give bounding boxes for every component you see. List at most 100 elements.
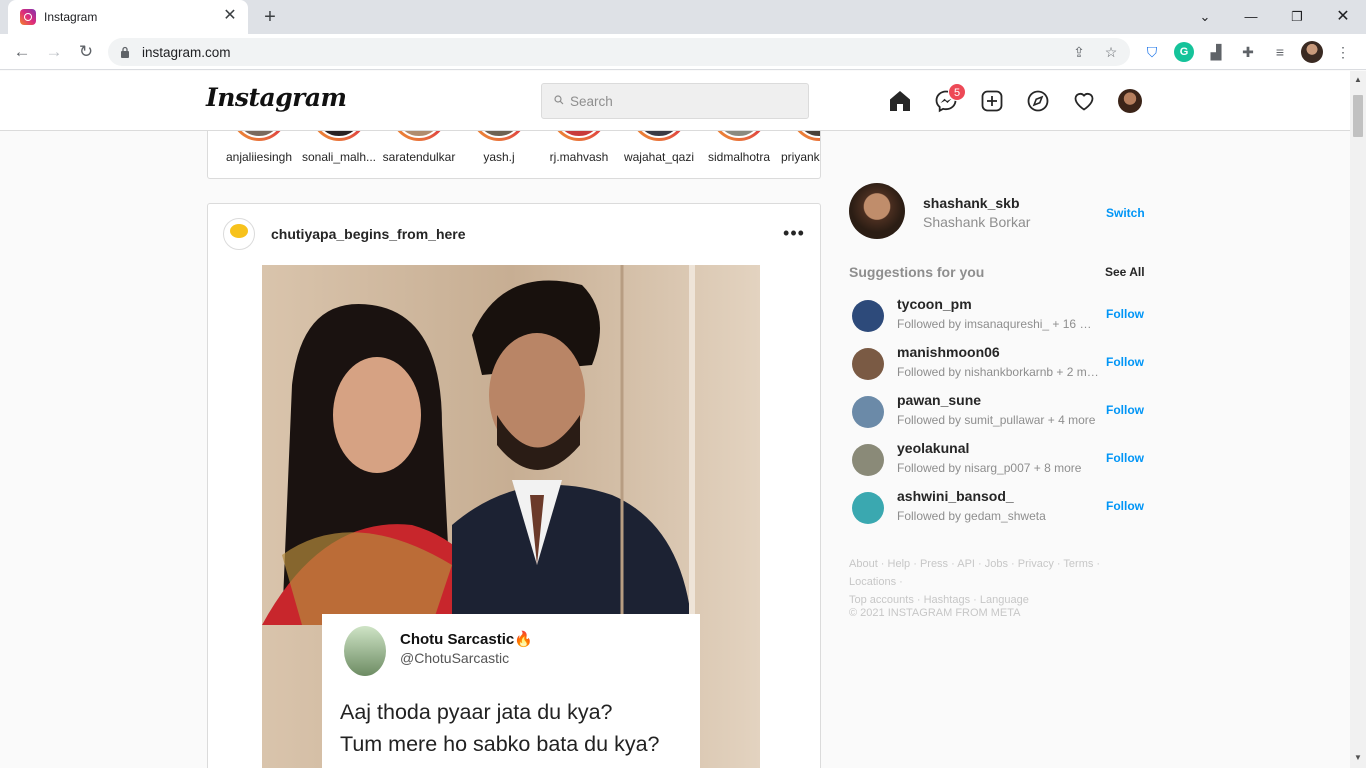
home-icon[interactable]	[888, 89, 912, 113]
follow-button[interactable]: Follow	[1106, 451, 1144, 465]
suggestion-username[interactable]: tycoon_pm	[897, 296, 972, 312]
explore-compass-icon[interactable]	[1026, 89, 1050, 113]
scroll-down-arrow-icon[interactable]: ▼	[1353, 753, 1363, 763]
footer-link-terms[interactable]: Terms	[1063, 558, 1093, 570]
close-tab-icon[interactable]: ✕	[220, 6, 240, 26]
footer-link-help[interactable]: Help	[888, 558, 911, 570]
extensions-puzzle-icon[interactable]: ✚	[1238, 42, 1258, 62]
url-text: instagram.com	[142, 45, 231, 60]
feed-post: chutiyapa_begins_from_here ••• Chotu Sar…	[207, 203, 821, 768]
story-item[interactable]: sonali_malh...	[293, 131, 376, 178]
tab-title: Instagram	[44, 10, 98, 24]
suggestion-avatar[interactable]	[852, 444, 884, 476]
grammarly-extension-icon[interactable]: G	[1174, 42, 1194, 62]
shield-extension-icon[interactable]: ⛉	[1142, 42, 1162, 62]
footer-link-hashtags[interactable]: Hashtags	[924, 594, 970, 606]
new-tab-button[interactable]: +	[258, 5, 282, 29]
suggestion-avatar[interactable]	[852, 396, 884, 428]
story-username: priyank...	[781, 150, 820, 164]
story-avatar	[314, 131, 364, 138]
suggestions-title: Suggestions for you	[849, 264, 985, 280]
reload-button[interactable]: ↻	[74, 40, 98, 64]
story-item[interactable]: yash.j	[453, 131, 533, 178]
scroll-up-arrow-icon[interactable]: ▲	[1353, 75, 1363, 85]
scroll-thumb[interactable]	[1353, 95, 1363, 137]
see-all-button[interactable]: See All	[1105, 265, 1145, 279]
suggestion-username[interactable]: ashwini_bansod_	[897, 488, 1014, 504]
chart-extension-icon[interactable]: ▟	[1206, 42, 1226, 62]
story-avatar	[554, 131, 604, 138]
story-avatar	[474, 131, 524, 138]
story-item[interactable]: wajahat_qazi	[613, 131, 694, 178]
stories-tray: anjaliiesingh sonali_malh... saratendulk…	[207, 131, 821, 179]
footer-link-privacy[interactable]: Privacy	[1018, 558, 1054, 570]
story-item[interactable]: priyank...	[773, 131, 820, 178]
browser-menu-icon[interactable]: ⋮	[1333, 42, 1353, 62]
footer-link-locations[interactable]: Locations	[849, 576, 896, 588]
footer-link-top-accounts[interactable]: Top accounts	[849, 594, 914, 606]
bookmark-star-icon[interactable]: ☆	[1102, 43, 1120, 61]
instagram-favicon-icon	[20, 9, 36, 25]
follow-button[interactable]: Follow	[1106, 403, 1144, 417]
tweet-text-line-1: Aaj thoda pyaar jata du kya?	[340, 700, 613, 724]
story-item[interactable]: anjaliiesingh	[213, 131, 293, 178]
story-username: anjaliiesingh	[225, 150, 293, 164]
suggestion-followed-by: Followed by sumit_pullawar + 4 more	[897, 413, 1096, 427]
suggestion-avatar[interactable]	[852, 300, 884, 332]
footer-link-press[interactable]: Press	[920, 558, 948, 570]
restore-button[interactable]: ❐	[1285, 5, 1309, 29]
tweet-author-handle: @ChotuSarcastic	[400, 650, 510, 666]
current-user-full-name: Shashank Borkar	[923, 214, 1031, 230]
tweet-author-avatar	[344, 626, 386, 676]
follow-button[interactable]: Follow	[1106, 307, 1144, 321]
suggestion-username[interactable]: yeolakunal	[897, 440, 969, 456]
story-item[interactable]: rj.mahvash	[533, 131, 613, 178]
current-user-avatar[interactable]	[849, 183, 905, 239]
instagram-logo[interactable]: Instagram	[206, 83, 347, 112]
tweet-card: Chotu Sarcastic🔥 @ChotuSarcastic Aaj tho…	[322, 614, 700, 768]
suggestion-avatar[interactable]	[852, 492, 884, 524]
suggestion-followed-by: Followed by nisarg_p007 + 8 more	[897, 461, 1082, 475]
address-bar[interactable]: instagram.com ⇪ ☆	[108, 38, 1130, 66]
footer-link-jobs[interactable]: Jobs	[985, 558, 1008, 570]
footer-link-about[interactable]: About	[849, 558, 878, 570]
story-username: rj.mahvash	[549, 150, 609, 164]
post-image[interactable]: Chotu Sarcastic🔥 @ChotuSarcastic Aaj tho…	[262, 265, 760, 768]
back-button[interactable]: ←	[10, 40, 34, 64]
forward-button[interactable]: →	[42, 40, 66, 64]
page-scrollbar[interactable]: ▲ ▼	[1350, 71, 1366, 768]
story-item[interactable]: saratendulkar	[373, 131, 455, 178]
suggestion-avatar[interactable]	[852, 348, 884, 380]
footer-link-api[interactable]: API	[957, 558, 975, 570]
current-user-username[interactable]: shashank_skb	[923, 195, 1020, 211]
tab-search-chevron-icon[interactable]: ⌄	[1193, 5, 1217, 29]
follow-button[interactable]: Follow	[1106, 499, 1144, 513]
post-author-username[interactable]: chutiyapa_begins_from_here	[271, 226, 466, 242]
search-input[interactable]: Search	[541, 83, 809, 119]
activity-heart-icon[interactable]	[1072, 89, 1096, 113]
switch-account-button[interactable]: Switch	[1106, 206, 1145, 220]
post-author-avatar[interactable]	[223, 218, 255, 250]
suggestion-followed-by: Followed by imsanaqureshi_ + 16 more	[897, 317, 1099, 331]
footer-link-language[interactable]: Language	[980, 594, 1029, 606]
browser-tab-strip: Instagram ✕ + ⌄ — ❐ ✕	[0, 0, 1366, 34]
more-options-icon[interactable]: •••	[782, 223, 806, 247]
minimize-button[interactable]: —	[1239, 5, 1263, 29]
close-window-button[interactable]: ✕	[1331, 5, 1355, 29]
media-control-icon[interactable]: ≡	[1270, 42, 1290, 62]
new-post-icon[interactable]	[980, 89, 1004, 113]
profile-avatar[interactable]	[1118, 89, 1142, 113]
suggestion-username[interactable]: pawan_sune	[897, 392, 981, 408]
follow-button[interactable]: Follow	[1106, 355, 1144, 369]
suggestion-item: ashwini_bansod_ Followed by gedam_shweta…	[849, 488, 1144, 532]
story-avatar	[794, 131, 820, 138]
messenger-badge: 5	[948, 83, 966, 101]
story-username: wajahat_qazi	[623, 150, 695, 164]
browser-tab[interactable]: Instagram ✕	[8, 0, 248, 34]
story-avatar	[234, 131, 284, 138]
share-icon[interactable]: ⇪	[1070, 43, 1088, 61]
suggestion-username[interactable]: manishmoon06	[897, 344, 1000, 360]
story-avatar	[394, 131, 444, 138]
browser-profile-avatar[interactable]	[1301, 41, 1323, 63]
story-item[interactable]: sidmalhotra	[693, 131, 773, 178]
